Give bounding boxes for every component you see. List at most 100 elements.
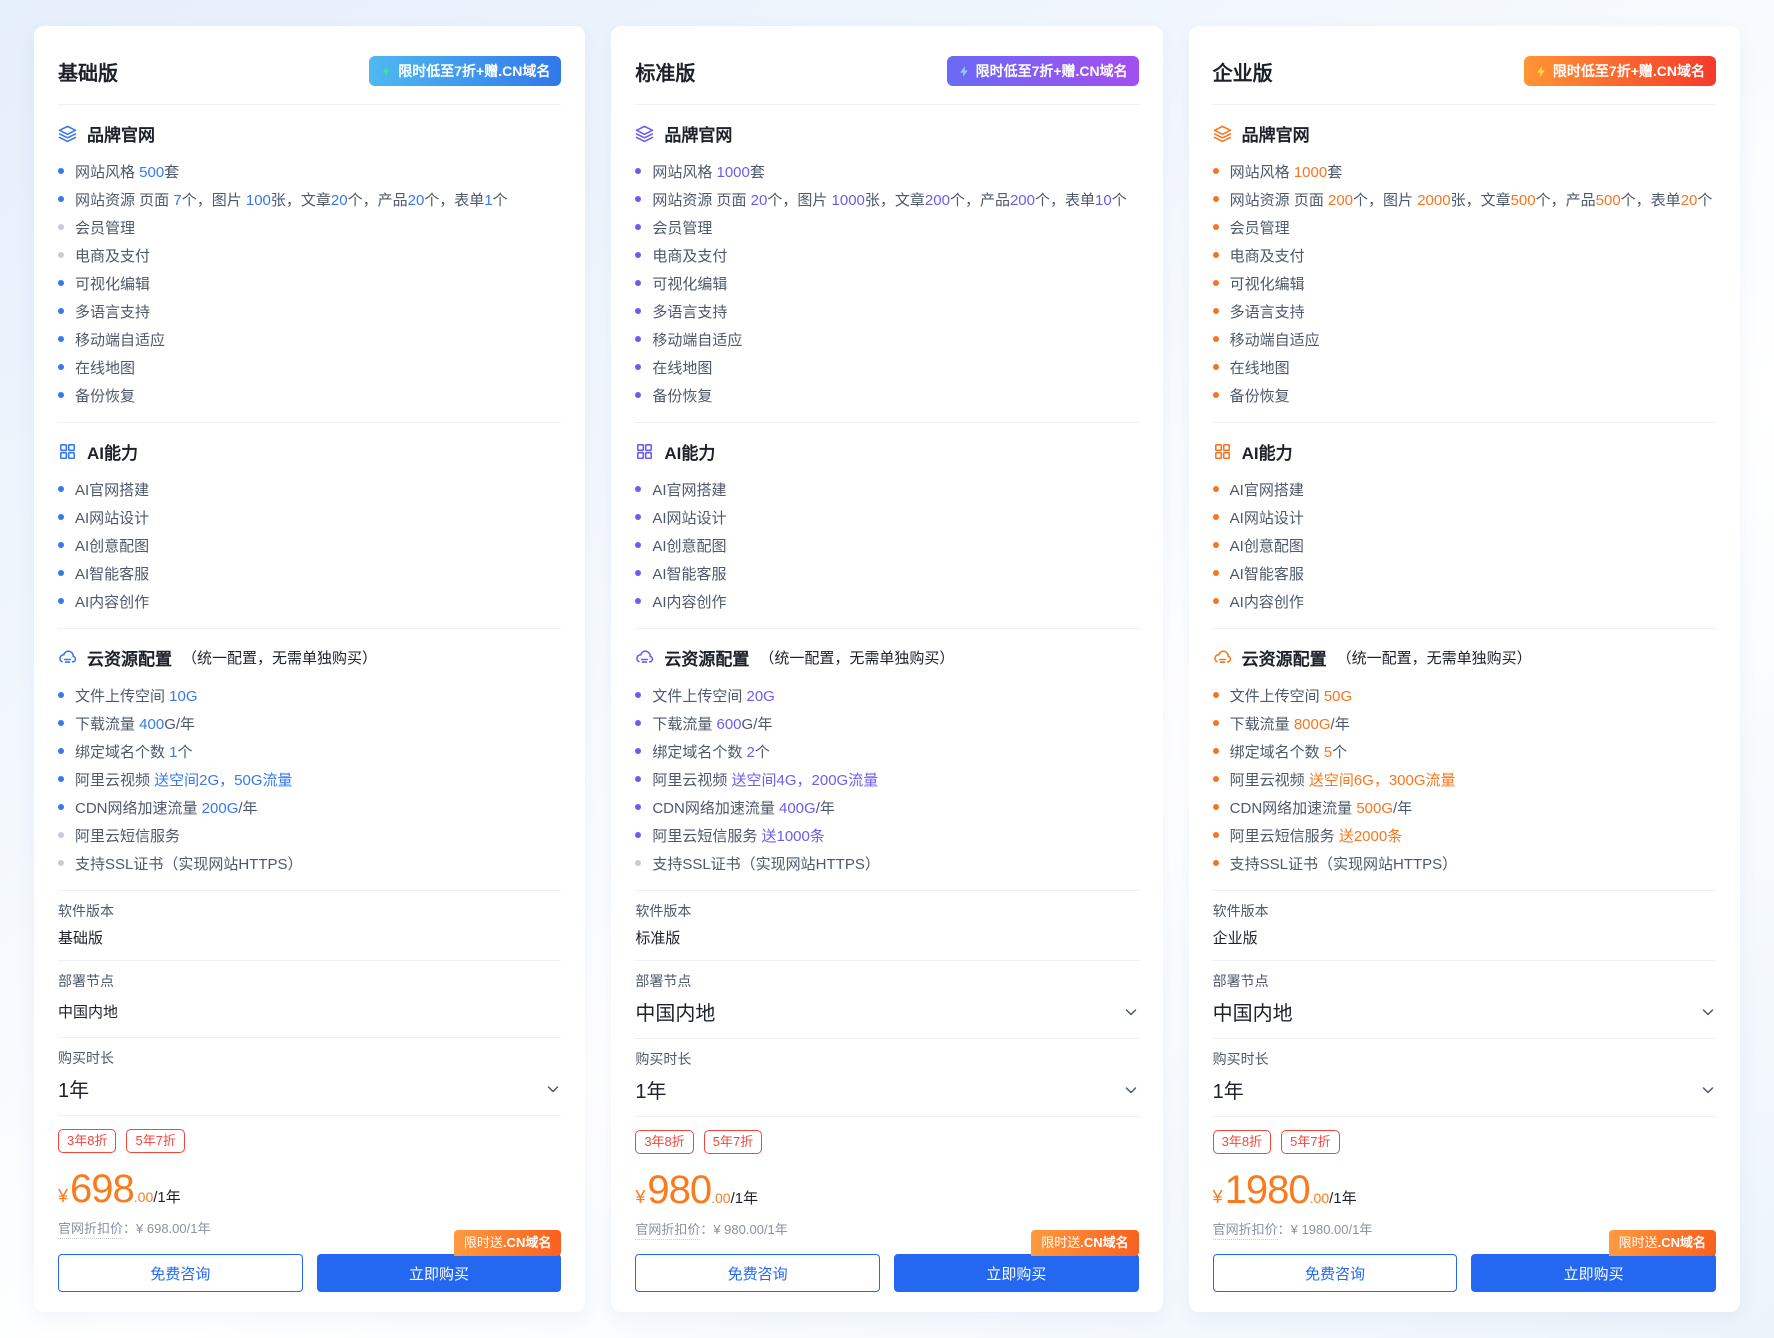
buy-button[interactable]: 立即购买 <box>894 1254 1139 1292</box>
feature-item: AI内容创作 <box>1213 587 1716 615</box>
price-currency: ¥ <box>1213 1187 1223 1208</box>
feature-item-text: AI创意配图 <box>652 535 726 556</box>
bullet-icon <box>1213 692 1219 698</box>
feature-value: 400G <box>779 800 816 817</box>
feature-item: 备份恢复 <box>635 381 1138 409</box>
section-title: 品牌官网 <box>87 121 155 146</box>
bullet-icon <box>58 280 64 286</box>
plan-header: 企业版 限时低至7折+赠.CN域名 <box>1213 46 1716 104</box>
duration-value: 1年 <box>635 1075 666 1104</box>
bullet-icon <box>1213 514 1219 520</box>
buy-button[interactable]: 立即购买 <box>1471 1254 1716 1292</box>
feature-item: AI官网搭建 <box>635 475 1138 503</box>
bullet-icon <box>1213 224 1219 230</box>
deploy-node-select: 部署节点 中国内地 <box>58 961 561 1037</box>
consult-button[interactable]: 免费咨询 <box>1213 1254 1458 1292</box>
feature-item-text: 多语言支持 <box>1230 301 1305 322</box>
feature-item: 电商及支付 <box>58 241 561 269</box>
feature-item-text: 备份恢复 <box>652 385 712 406</box>
feature-value: 500 <box>139 164 164 181</box>
deploy-node-label: 部署节点 <box>1213 971 1716 991</box>
feature-item-text: 可视化编辑 <box>75 273 150 294</box>
feature-sections: 品牌官网网站风格 1000套网站资源 页面 20个，图片 1000张，文章200… <box>635 105 1138 891</box>
cloud-icon <box>635 648 654 667</box>
feature-item: 备份恢复 <box>1213 381 1716 409</box>
feature-item-text: 阿里云短信服务 <box>75 825 180 846</box>
bullet-icon <box>635 514 641 520</box>
feature-value: 20 <box>408 192 425 209</box>
bullet-icon <box>58 832 64 838</box>
feature-section: AI能力AI官网搭建AI网站设计AI创意配图AI智能客服AI内容创作 <box>58 439 561 615</box>
feature-item-text: 移动端自适应 <box>652 329 742 350</box>
duration-select[interactable]: 购买时长 1年 <box>58 1038 561 1115</box>
feature-item: 在线地图 <box>58 353 561 381</box>
buy-button[interactable]: 立即购买 <box>317 1254 562 1292</box>
divider <box>58 422 561 423</box>
deploy-node-select[interactable]: 部署节点 中国内地 <box>635 961 1138 1038</box>
feature-item: 移动端自适应 <box>58 325 561 353</box>
feature-item: 网站资源 页面 20个，图片 1000张，文章200个，产品200个，表单10个 <box>635 185 1138 213</box>
feature-item: AI网站设计 <box>635 503 1138 531</box>
feature-item: 支持SSL证书（实现网站HTTPS） <box>58 849 561 877</box>
bullet-icon <box>58 720 64 726</box>
feature-value: 20 <box>751 192 768 209</box>
feature-item: CDN网络加速流量 200G/年 <box>58 793 561 821</box>
software-version: 软件版本 标准版 <box>635 891 1138 960</box>
layers-icon <box>1213 124 1232 143</box>
consult-button[interactable]: 免费咨询 <box>635 1254 880 1292</box>
software-version: 软件版本 基础版 <box>58 891 561 960</box>
feature-item-text: CDN网络加速流量 500G/年 <box>1230 797 1413 818</box>
price-decimal: .00 <box>711 1190 730 1206</box>
feature-item: AI创意配图 <box>1213 531 1716 559</box>
bullet-icon <box>635 196 641 202</box>
feature-section: 品牌官网网站风格 500套网站资源 页面 7个，图片 100张，文章20个，产品… <box>58 121 561 409</box>
feature-item-text: 阿里云短信服务 送2000条 <box>1230 825 1403 846</box>
duration-select[interactable]: 购买时长 1年 <box>1213 1039 1716 1116</box>
price-currency: ¥ <box>58 1186 68 1207</box>
price-unit: /1年 <box>731 1187 759 1208</box>
feature-value: 500G <box>1356 800 1393 817</box>
software-version-label: 软件版本 <box>635 901 1138 921</box>
consult-button[interactable]: 免费咨询 <box>58 1254 303 1292</box>
divider <box>58 628 561 629</box>
feature-item-text: AI智能客服 <box>75 563 149 584</box>
section-note: （统一配置，无需单独购买） <box>759 647 954 668</box>
bullet-icon <box>1213 392 1219 398</box>
bullet-icon <box>1213 804 1219 810</box>
section-title: 云资源配置 <box>87 645 172 670</box>
feature-item-text: 会员管理 <box>652 217 712 238</box>
bullet-icon <box>635 224 641 230</box>
feature-item-text: 支持SSL证书（实现网站HTTPS） <box>1230 853 1458 874</box>
feature-item-text: CDN网络加速流量 400G/年 <box>652 797 835 818</box>
duration-select[interactable]: 购买时长 1年 <box>635 1039 1138 1116</box>
discount-tag: 3年8折 <box>1213 1130 1271 1154</box>
discount-note-label: 官网折扣价 <box>1213 1222 1278 1240</box>
action-buttons: 限时送.CN域名 免费咨询 立即购买 <box>1213 1254 1716 1292</box>
feature-item: AI智能客服 <box>1213 559 1716 587</box>
section-note: （统一配置，无需单独购买） <box>182 647 377 668</box>
discount-tags: 3年8折5年7折 <box>635 1130 1138 1154</box>
feature-item-text: 阿里云视频 送空间4G，200G流量 <box>652 769 878 790</box>
deploy-node-label: 部署节点 <box>635 971 1138 991</box>
grid-icon <box>635 442 654 461</box>
feature-item-text: 在线地图 <box>75 357 135 378</box>
pricing-page: 基础版 限时低至7折+赠.CN域名 品牌官网网站风格 500套网站资源 页面 7… <box>0 0 1774 1338</box>
duration-label: 购买时长 <box>635 1049 1138 1069</box>
feature-item: CDN网络加速流量 500G/年 <box>1213 793 1716 821</box>
duration-label: 购买时长 <box>1213 1049 1716 1069</box>
bullet-icon <box>635 776 641 782</box>
feature-value: 5 <box>1324 744 1332 761</box>
bullet-icon <box>1213 832 1219 838</box>
promo-badge: 限时低至7折+赠.CN域名 <box>369 56 561 86</box>
price-amount: 980 <box>647 1170 711 1210</box>
feature-value: 20 <box>1681 192 1698 209</box>
bullet-icon <box>1213 776 1219 782</box>
deploy-node-select[interactable]: 部署节点 中国内地 <box>1213 961 1716 1038</box>
section-title: 云资源配置 <box>664 645 749 670</box>
feature-item: 阿里云短信服务 <box>58 821 561 849</box>
feature-value: 1000 <box>717 164 750 181</box>
bullet-icon <box>58 860 64 866</box>
bullet-icon <box>58 486 64 492</box>
price-decimal: .00 <box>134 1189 153 1205</box>
bullet-icon <box>58 392 64 398</box>
